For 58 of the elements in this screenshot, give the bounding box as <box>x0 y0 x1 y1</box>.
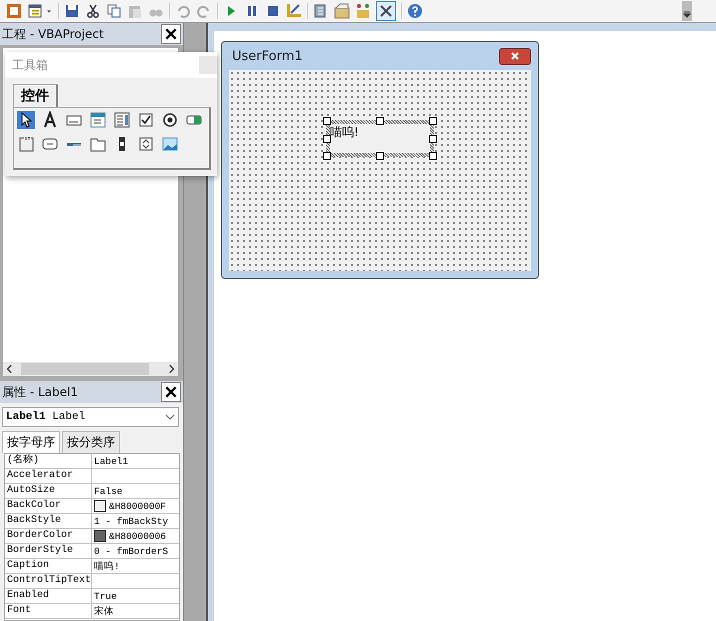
property-name: (名称) <box>5 454 92 468</box>
stop-icon[interactable] <box>265 3 281 19</box>
property-value: 0 - fmBorderS <box>94 546 168 556</box>
properties-icon[interactable] <box>334 3 350 19</box>
properties-tab[interactable]: 按字母序 <box>2 431 60 453</box>
toolbox-icon[interactable] <box>376 1 396 21</box>
spin-tool-icon[interactable] <box>137 135 155 153</box>
toolbox-tab[interactable]: 控件 <box>13 84 58 107</box>
copy-icon[interactable] <box>106 3 122 19</box>
property-name: ControlTipText <box>5 574 92 588</box>
property-name: BorderColor <box>5 529 92 543</box>
property-name: AutoSize <box>5 484 92 498</box>
close-icon <box>164 27 178 41</box>
excel-icon[interactable] <box>6 3 22 19</box>
property-value: True <box>94 590 117 602</box>
toolbar-overflow-icon[interactable] <box>682 1 692 21</box>
form-icon[interactable] <box>27 3 43 19</box>
image-tool-icon[interactable] <box>161 135 179 153</box>
pointer-tool-icon[interactable] <box>17 111 35 129</box>
window-title: UserForm1 <box>231 48 303 64</box>
property-value: False <box>94 486 123 496</box>
property-name: Font <box>5 604 92 618</box>
object-dropdown[interactable]: Label1 Label <box>2 407 179 427</box>
help-icon[interactable] <box>407 3 423 19</box>
checkbox-tool-icon[interactable] <box>137 111 155 129</box>
property-name: BorderStyle <box>5 544 92 558</box>
chevron-down-icon <box>165 414 175 420</box>
property-name: Accelerator <box>5 469 92 483</box>
option-tool-icon[interactable] <box>161 111 179 129</box>
property-name: BackColor <box>5 499 92 513</box>
property-value: 宋体 <box>94 604 114 618</box>
property-name: BackStyle <box>5 514 92 528</box>
property-value: 喵呜! <box>94 560 120 572</box>
close-button[interactable] <box>499 48 531 64</box>
property-name: Enabled <box>5 589 92 603</box>
listbox-tool-icon[interactable] <box>113 111 131 129</box>
close-button[interactable] <box>161 382 181 402</box>
object-browser-icon[interactable] <box>355 3 371 19</box>
label-control[interactable]: 喵呜! <box>326 120 434 157</box>
window-title: 工具箱 <box>12 56 48 74</box>
frame-tool-icon[interactable] <box>17 135 35 153</box>
save-icon[interactable] <box>64 3 80 19</box>
cut-icon[interactable] <box>85 3 101 19</box>
property-value: &H8000000F <box>109 500 166 512</box>
property-name: Caption <box>5 559 92 573</box>
pane-title: 工程 - VBAProject <box>2 26 104 42</box>
properties-tab[interactable]: 按分类序 <box>62 431 120 453</box>
combobox-tool-icon[interactable] <box>89 111 107 129</box>
pane-title: 属性 - Label1 <box>2 384 78 400</box>
label-tool-icon[interactable] <box>41 111 59 129</box>
property-value: &H80000006 <box>109 530 166 542</box>
ruler-icon[interactable] <box>286 3 302 19</box>
property-value: Label1 <box>94 456 128 466</box>
property-value: 1 - fmBackSty <box>94 516 168 526</box>
close-button[interactable] <box>161 24 181 44</box>
horizontal-scrollbar[interactable] <box>3 362 178 376</box>
close-icon <box>509 51 521 61</box>
close-icon <box>164 385 178 399</box>
